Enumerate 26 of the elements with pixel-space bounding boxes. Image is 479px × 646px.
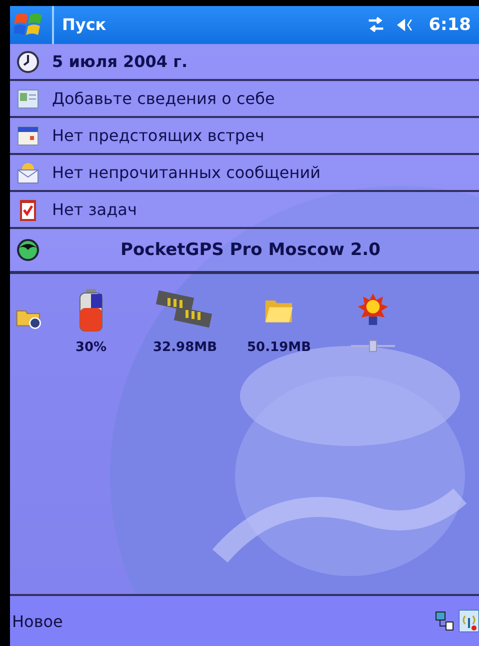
today-item-text: PocketGPS Pro Moscow 2.0: [120, 240, 382, 260]
envelope-icon: [16, 160, 40, 184]
today-item-text: Добавьте сведения о себе: [52, 89, 275, 108]
clock-time[interactable]: 6:18: [428, 15, 471, 35]
today-item[interactable]: 5 июля 2004 г.: [10, 44, 479, 81]
new-menu-button[interactable]: Новое: [12, 612, 431, 630]
status-label: 32.98MB: [153, 340, 217, 355]
slider-thumb[interactable]: [369, 340, 377, 352]
network-computers-icon[interactable]: [435, 611, 455, 631]
today-item-text: Нет непрочитанных сообщений: [52, 163, 320, 182]
today-item-text: Нет задач: [52, 200, 137, 219]
today-item[interactable]: PocketGPS Pro Moscow 2.0: [10, 229, 479, 274]
contact-card-icon: [16, 86, 40, 110]
status-label: 50.19MB: [247, 340, 311, 355]
today-item[interactable]: Нет непрочитанных сообщений: [10, 155, 479, 192]
today-item[interactable]: Нет предстоящих встреч: [10, 118, 479, 155]
today-item[interactable]: Добавьте сведения о себе: [10, 81, 479, 118]
wireless-antenna-icon[interactable]: [459, 610, 479, 632]
today-item-text: Нет предстоящих встреч: [52, 126, 264, 145]
today-item-text: 5 июля 2004 г.: [52, 52, 188, 71]
today-item[interactable]: Нет задач: [10, 192, 479, 229]
status-label: 30%: [75, 340, 107, 355]
clock-icon: [16, 50, 40, 74]
calendar-icon: [16, 124, 40, 148]
start-menu-title[interactable]: Пуск: [52, 6, 357, 44]
brightness-slider[interactable]: [351, 340, 395, 352]
